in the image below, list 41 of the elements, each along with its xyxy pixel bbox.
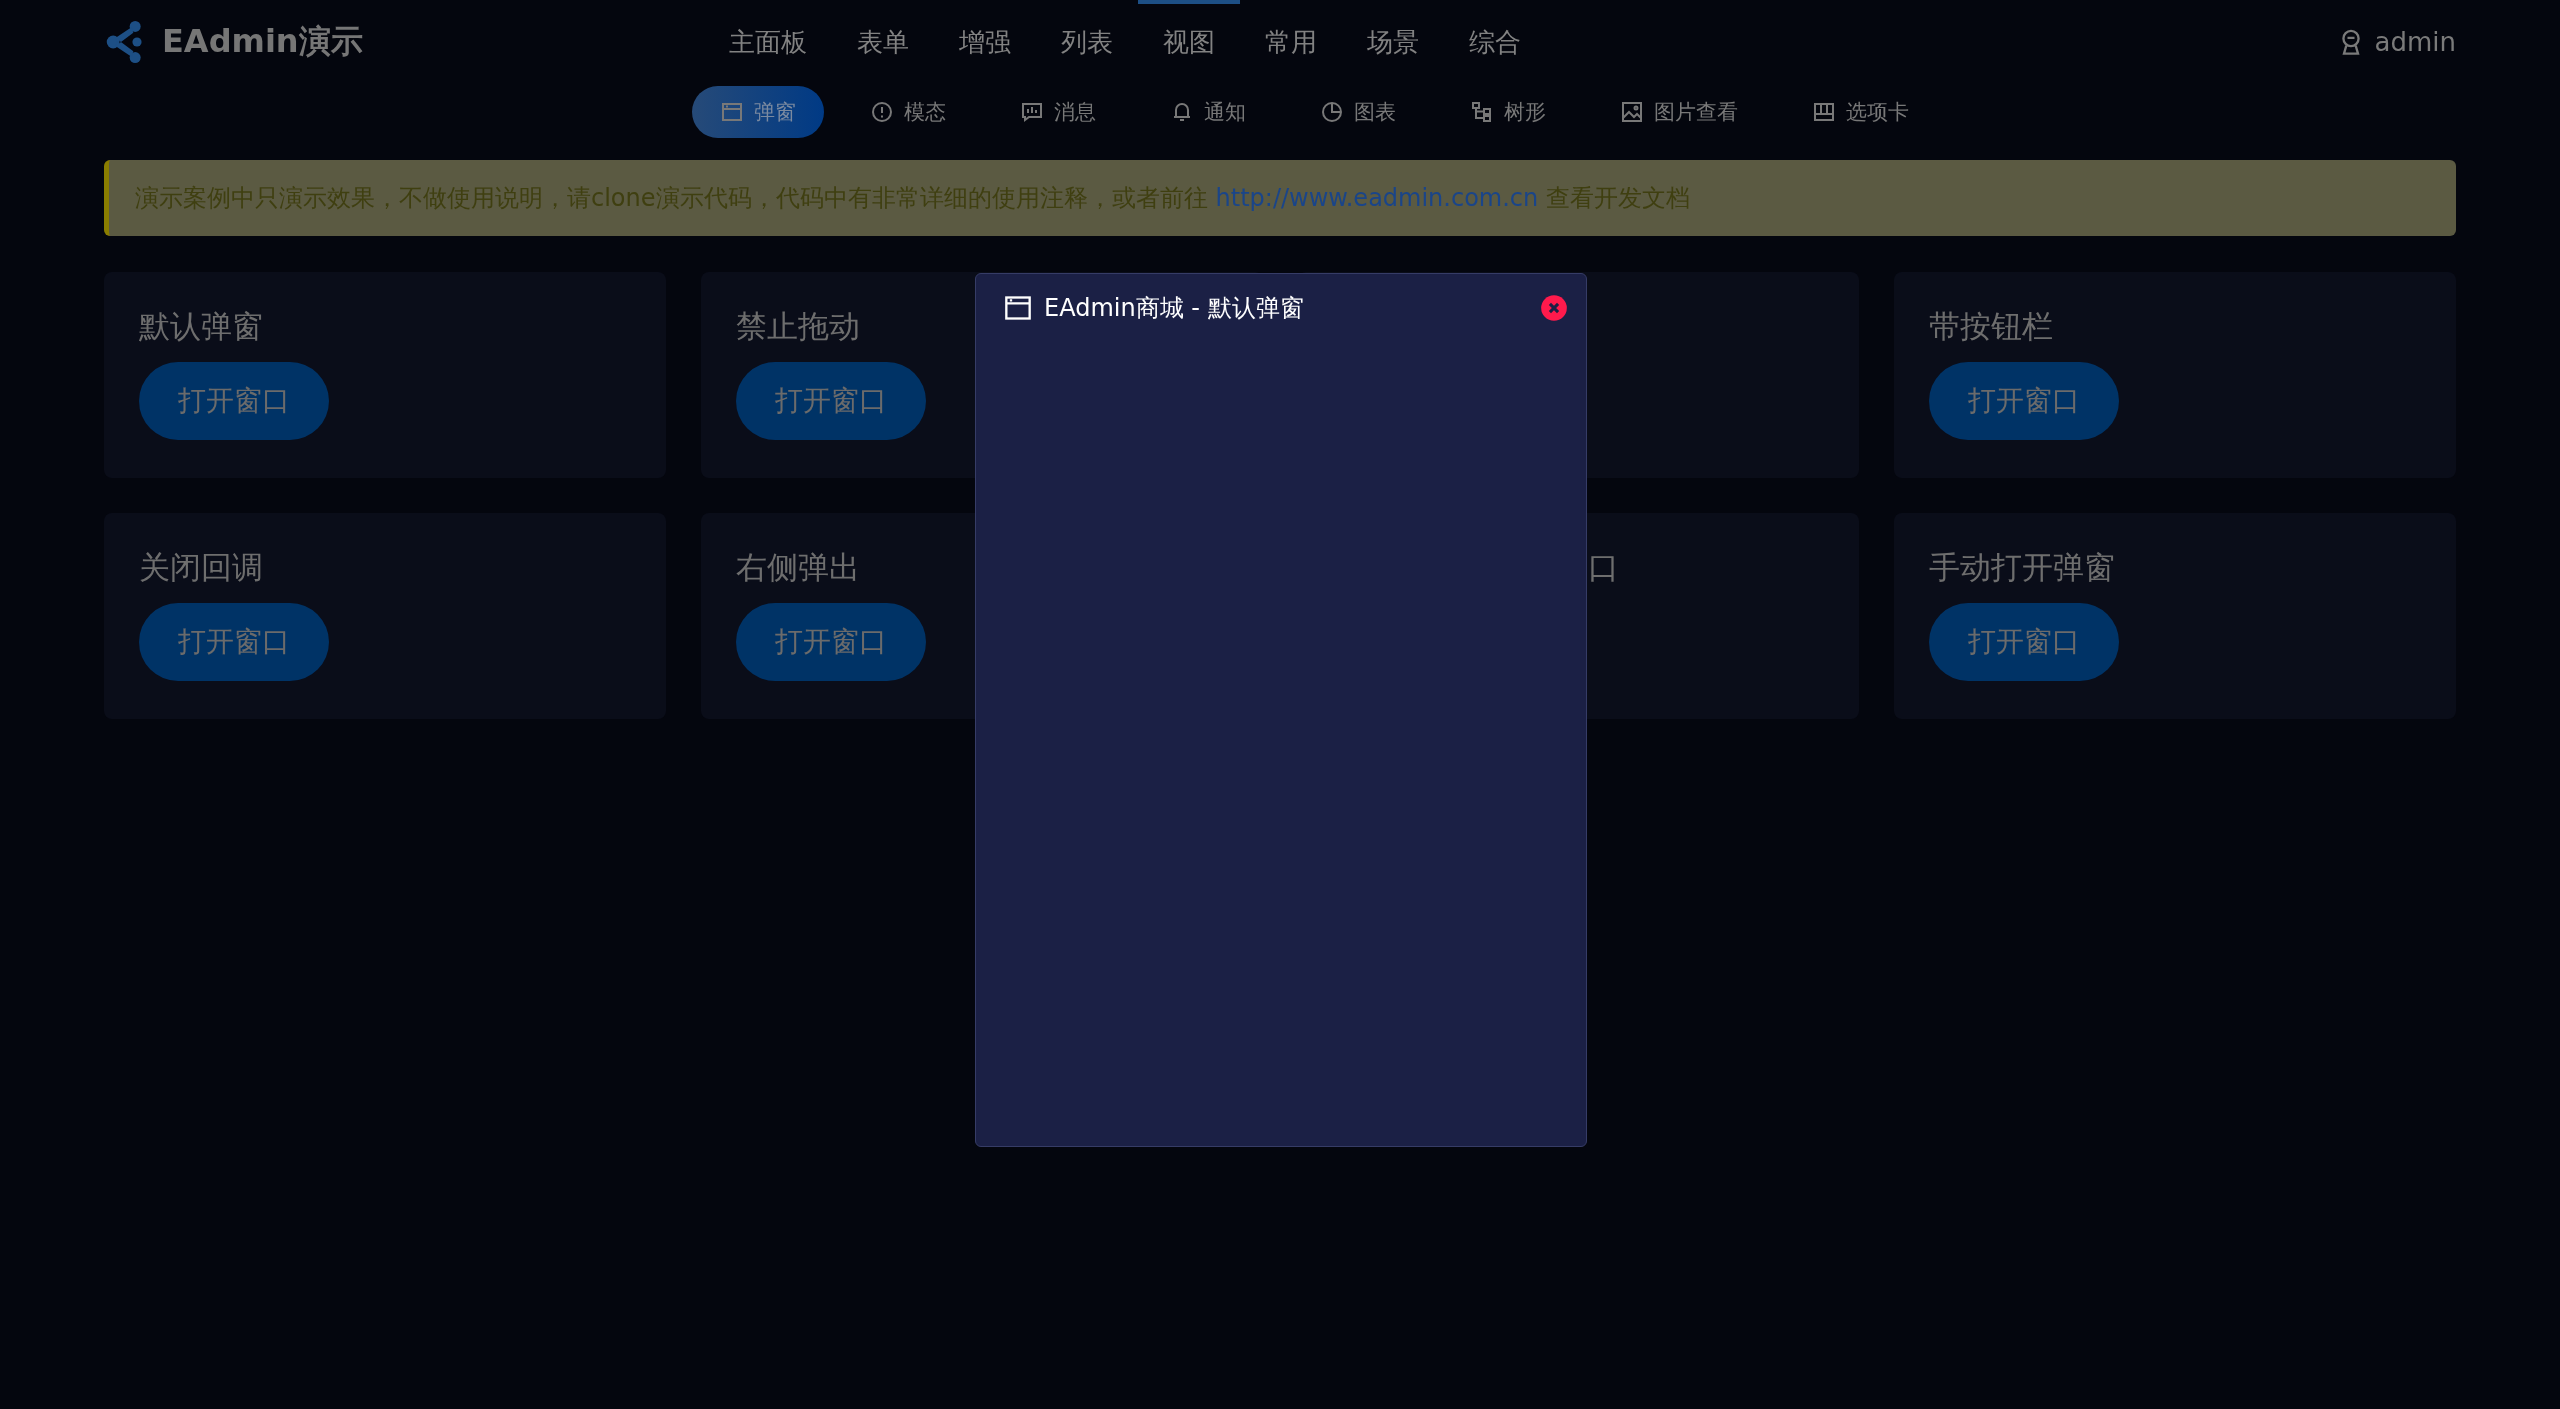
card-title: 口 bbox=[1587, 548, 1619, 587]
card-title: 右侧弹出 bbox=[735, 548, 860, 587]
subnav-tab[interactable]: 选项卡 bbox=[1784, 86, 1937, 138]
pie-chart-icon bbox=[1320, 100, 1344, 124]
window-icon bbox=[720, 100, 744, 124]
nav-tab[interactable]: 综合 bbox=[1444, 0, 1546, 86]
subnav-tab[interactable]: 通知 bbox=[1142, 86, 1274, 138]
columns-icon bbox=[1812, 100, 1836, 124]
nav-tab[interactable]: 增强 bbox=[934, 0, 1036, 86]
subnav-tab[interactable]: 树形 bbox=[1442, 86, 1574, 138]
subnav-tab[interactable]: 图表 bbox=[1292, 86, 1424, 138]
brand-name: EAdmin演示 bbox=[162, 21, 363, 62]
subnav-tab[interactable]: 消息 bbox=[992, 86, 1124, 138]
window-icon bbox=[1004, 294, 1032, 322]
exclamation-icon bbox=[870, 100, 894, 124]
open-window-button[interactable]: 打开窗口 bbox=[735, 603, 926, 681]
nav-tab[interactable]: 主面板 bbox=[704, 0, 832, 86]
tree-icon bbox=[1470, 100, 1494, 124]
subnav-tab[interactable]: 弹窗 bbox=[692, 86, 824, 138]
nav-tab[interactable]: 视图 bbox=[1138, 0, 1240, 86]
dialog-title: EAdmin商城 - 默认弹窗 bbox=[1044, 293, 1305, 324]
nav-tab[interactable]: 场景 bbox=[1342, 0, 1444, 86]
card-title: 带按钮栏 bbox=[1929, 307, 2054, 346]
open-window-button[interactable]: 打开窗口 bbox=[139, 362, 329, 440]
nav-tab[interactable]: 列表 bbox=[1036, 0, 1138, 86]
nav-tab[interactable]: 表单 bbox=[832, 0, 934, 86]
close-icon bbox=[1540, 294, 1568, 322]
open-window-button[interactable]: 打开窗口 bbox=[735, 362, 926, 440]
open-window-button[interactable]: 打开窗口 bbox=[139, 603, 329, 681]
card-title: 手动打开弹窗 bbox=[1929, 548, 2116, 587]
username[interactable]: admin bbox=[2374, 27, 2456, 57]
card-title: 默认弹窗 bbox=[139, 307, 263, 346]
card-title: 关闭回调 bbox=[139, 548, 263, 587]
nav-tab[interactable]: 常用 bbox=[1240, 0, 1342, 86]
open-window-button[interactable]: 打开窗口 bbox=[1929, 603, 2120, 681]
open-window-button[interactable]: 打开窗口 bbox=[1929, 362, 2120, 440]
subnav-tab[interactable]: 模态 bbox=[842, 86, 974, 138]
subnav-tab[interactable]: 图片查看 bbox=[1592, 86, 1766, 138]
image-icon bbox=[1620, 100, 1644, 124]
card-title: 禁止拖动 bbox=[735, 307, 860, 346]
chart-message-icon bbox=[1020, 100, 1044, 124]
